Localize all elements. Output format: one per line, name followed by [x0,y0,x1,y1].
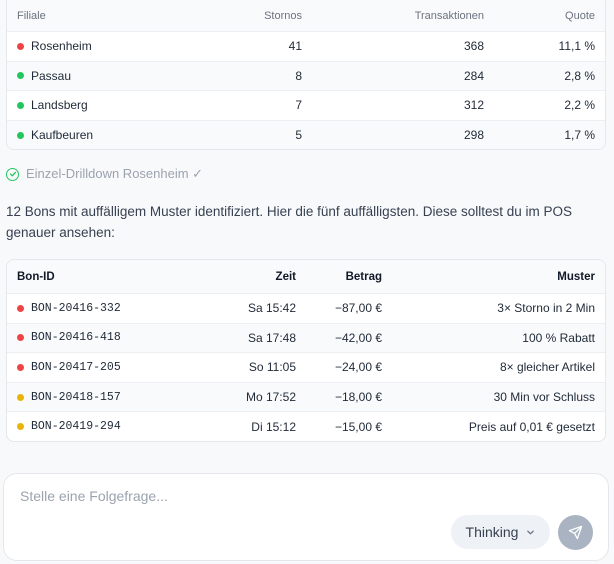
betrag-value: −42,00 € [334,330,382,345]
transaktionen-value: 298 [463,128,484,143]
zeit-value: Mo 17:52 [245,390,296,405]
status-dot [17,363,24,371]
status-dot [17,72,24,80]
chevron-down-icon [527,530,535,534]
column-header-muster: Muster [557,270,595,283]
betrag-value: −15,00 € [334,419,382,434]
status-dot [17,304,24,312]
send-button[interactable] [558,515,593,550]
bon-id: BON-20419-294 [31,420,121,434]
stornos-value: 7 [295,98,302,113]
column-header-transaktionen: Transaktionen [414,10,484,22]
muster-value: 3× Storno in 2 Min [497,301,595,316]
transaktionen-value: 284 [463,68,484,83]
table-header: Bon-ID Zeit Betrag Muster [7,260,605,293]
filiale-name: Rosenheim [31,39,92,54]
table-row: BON-20417-205 So 11:05 −24,00 € 8× gleic… [7,352,605,382]
status-dot [17,393,24,401]
drilldown-label: Einzel-Drilldown Rosenheim ✓ [26,166,204,181]
status-dot [17,131,24,139]
check-circle-icon [6,167,19,181]
assistant-message: 12 Bons mit auffälligem Muster identifiz… [6,204,573,240]
table-row: BON-20418-157 Mo 17:52 −18,00 € 30 Min v… [7,381,605,412]
filiale-name: Passau [31,68,72,83]
zeit-value: Sa 15:42 [247,301,296,316]
table-row: Rosenheim 41 368 11,1 % [7,31,605,61]
muster-value: 8× gleicher Artikel [499,360,595,375]
column-header-filiale: Filiale [17,10,46,22]
branch-storno-table: Filiale Stornos Transaktionen Quote Rose… [6,0,606,151]
bon-id: BON-20416-418 [31,331,121,345]
muster-value: 100 % Rabatt [522,330,595,345]
bon-id: BON-20416-332 [31,301,121,315]
transaktionen-value: 368 [463,39,484,54]
status-dot [17,42,24,50]
zeit-value: Di 15:12 [251,419,296,434]
thinking-mode-dropdown[interactable]: Thinking [451,515,550,549]
suspicious-receipts-table: Bon-ID Zeit Betrag Muster BON-20416-332 … [6,259,606,442]
column-header-stornos: Stornos [264,10,302,22]
table-row: Kaufbeuren 5 298 1,7 % [7,119,605,150]
table-row: BON-20416-418 Sa 17:48 −42,00 € 100 % Ra… [7,322,605,353]
column-header-zeit: Zeit [275,270,296,283]
stornos-value: 5 [295,128,302,143]
quote-value: 2,8 % [564,68,595,83]
table-header: Filiale Stornos Transaktionen Quote [7,0,605,31]
filiale-name: Landsberg [31,98,88,113]
table-row: BON-20419-294 Di 15:12 −15,00 € Preis au… [7,411,605,441]
drilldown-status[interactable]: Einzel-Drilldown Rosenheim ✓ [6,166,203,182]
betrag-value: −18,00 € [334,390,382,405]
bon-id: BON-20417-205 [31,360,121,374]
zeit-value: So 11:05 [248,360,296,375]
filiale-name: Kaufbeuren [31,128,94,143]
status-dot [17,423,24,431]
follow-up-input[interactable] [20,488,440,504]
zeit-value: Sa 17:48 [247,330,296,345]
muster-value: 30 Min vor Schluss [493,390,595,405]
transaktionen-value: 312 [463,98,484,113]
stornos-value: 41 [288,39,302,54]
table-row: Passau 8 284 2,8 % [7,60,605,91]
quote-value: 11,1 % [558,39,595,54]
quote-value: 1,7 % [564,128,595,143]
stornos-value: 8 [295,68,302,83]
status-dot [17,101,24,109]
betrag-value: −24,00 € [334,360,382,375]
follow-up-composer: Thinking [3,473,609,561]
betrag-value: −87,00 € [334,301,382,316]
status-dot [17,334,24,342]
muster-value: Preis auf 0,01 € gesetzt [468,419,595,434]
bon-id: BON-20418-157 [31,390,121,404]
column-header-betrag: Betrag [345,270,382,283]
table-row: Landsberg 7 312 2,2 % [7,90,605,120]
column-header-bon-id: Bon-ID [17,270,55,283]
mode-label: Thinking [465,524,519,540]
table-row: BON-20416-332 Sa 15:42 −87,00 € 3× Storn… [7,293,605,323]
column-header-quote: Quote [565,10,595,22]
send-icon [568,525,583,540]
chat-page: Filiale Stornos Transaktionen Quote Rose… [0,0,614,564]
quote-value: 2,2 % [564,98,595,113]
